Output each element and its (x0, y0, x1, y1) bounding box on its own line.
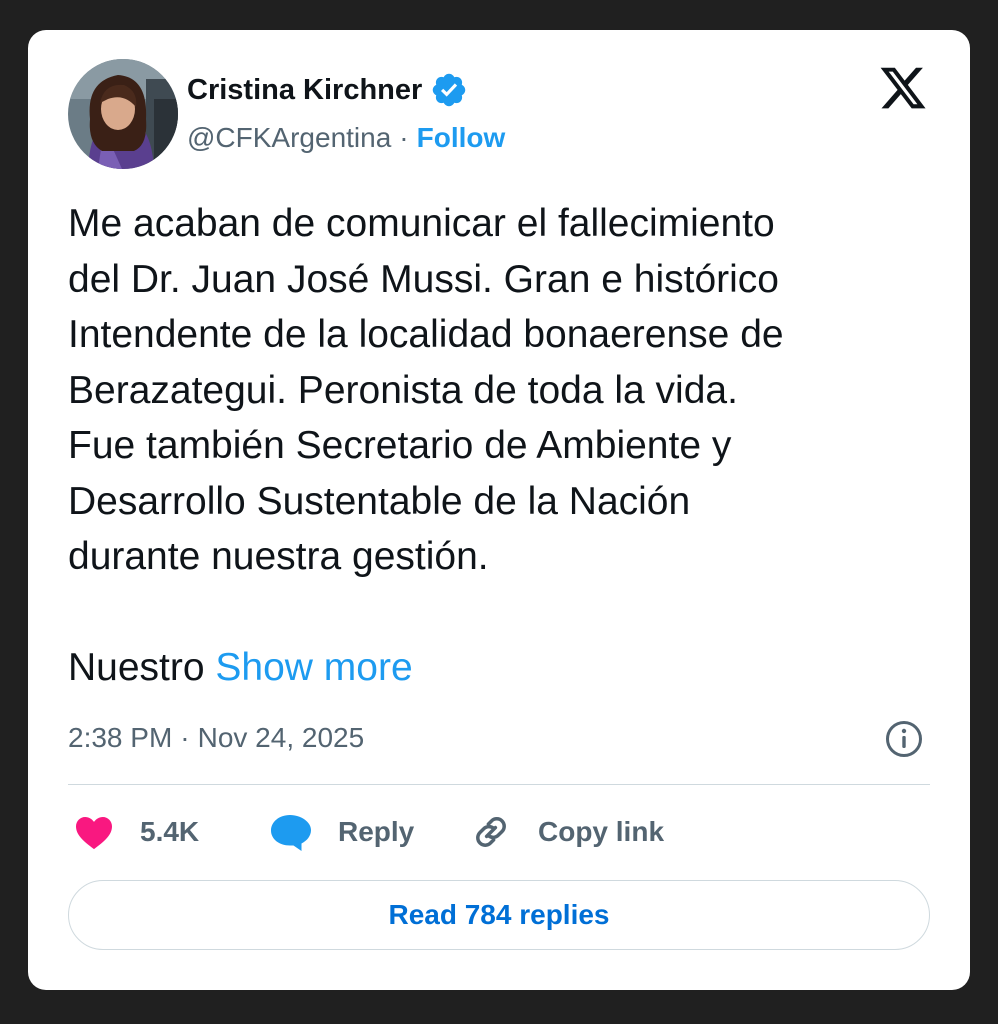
truncated-text: Nuestro (68, 646, 205, 689)
reply-label: Reply (338, 816, 415, 847)
divider (68, 784, 930, 785)
link-icon (470, 811, 512, 853)
x-logo-icon[interactable] (878, 63, 928, 113)
separator-dot: · (399, 122, 409, 153)
like-button[interactable]: 5.4K (74, 808, 199, 856)
handle-row: @CFKArgentina · Follow (187, 116, 505, 160)
tweet-embed-card: Cristina Kirchner @CFKArgentina · Follow… (28, 30, 970, 990)
tweet-text: Me acaban de comunicar el fallecimiento … (68, 202, 784, 578)
speech-bubble-icon (268, 812, 312, 852)
heart-icon (74, 814, 114, 850)
tweet-text-continuation: Nuestro Show more (68, 640, 413, 696)
avatar[interactable] (68, 59, 178, 169)
tweet-date: Nov 24, 2025 (197, 722, 365, 753)
author-name-row: Cristina Kirchner (187, 68, 468, 112)
reply-button[interactable]: Reply (268, 808, 414, 856)
like-count: 5.4K (140, 816, 200, 847)
author-handle[interactable]: @CFKArgentina (187, 122, 391, 154)
info-icon[interactable] (884, 719, 924, 759)
copy-link-button[interactable]: Copy link (470, 808, 664, 856)
author-name[interactable]: Cristina Kirchner (187, 74, 422, 107)
copy-link-label: Copy link (538, 816, 665, 847)
avatar-photo (68, 59, 178, 169)
follow-button[interactable]: Follow (417, 122, 506, 154)
verified-badge-icon (430, 71, 468, 109)
show-more-link[interactable]: Show more (215, 646, 412, 689)
tweet-time: 2:38 PM (68, 722, 173, 753)
separator-dot: · (180, 722, 190, 753)
timestamp[interactable]: 2:38 PM · Nov 24, 2025 (68, 716, 364, 760)
read-replies-button[interactable]: Read 784 replies (68, 880, 930, 950)
